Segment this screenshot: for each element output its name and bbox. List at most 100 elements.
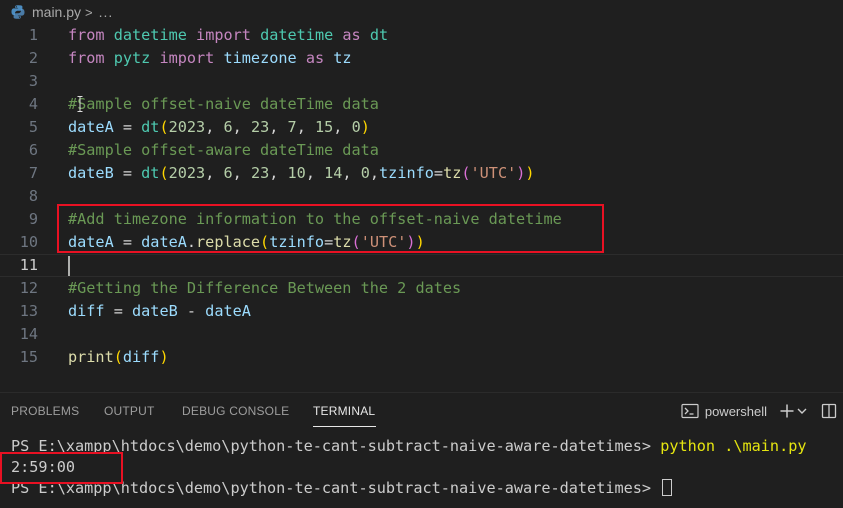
code-token: ,	[205, 164, 224, 182]
code-token: (	[159, 164, 169, 182]
line-number[interactable]: 10	[0, 231, 38, 254]
code-token: dateA	[205, 302, 251, 320]
code-line[interactable]: 11	[0, 254, 843, 277]
code-line[interactable]: 2 from pytz import timezone as tz	[0, 47, 843, 70]
code-token: ,	[269, 164, 288, 182]
code-text: #Sample offset-naive dateTime data	[68, 93, 379, 116]
code-token: #Sample offset-naive dateTime data	[68, 95, 379, 113]
code-token: ,	[369, 164, 380, 182]
code-token: diff	[122, 348, 160, 366]
code-line[interactable]: 3	[0, 70, 843, 93]
code-token: .	[186, 233, 197, 251]
line-number[interactable]: 3	[0, 70, 38, 93]
terminal-prompt: PS E:\xampp\htdocs\demo\python-te-cant-s…	[11, 437, 661, 455]
code-line[interactable]: 9 #Add timezone information to the offset…	[0, 208, 843, 231]
code-token: import	[159, 49, 215, 67]
code-token: tz	[333, 49, 352, 67]
line-number[interactable]: 15	[0, 346, 38, 369]
code-token: 23	[250, 118, 270, 136]
code-token: 'UTC'	[360, 233, 407, 251]
code-line[interactable]: 4 #Sample offset-naive dateTime data	[0, 93, 843, 116]
panel-actions: powershell	[681, 401, 843, 421]
code-token: 15	[314, 118, 334, 136]
line-number[interactable]: 8	[0, 185, 38, 208]
code-token: =	[113, 164, 142, 182]
code-token: tz	[333, 233, 352, 251]
line-number[interactable]: 2	[0, 47, 38, 70]
code-text: #Getting the Difference Between the 2 da…	[68, 277, 461, 300]
line-number[interactable]: 6	[0, 139, 38, 162]
terminal-line-command: PS E:\xampp\htdocs\demo\python-te-cant-s…	[11, 436, 807, 456]
code-line[interactable]: 5 dateA = dt(2023, 6, 23, 7, 15, 0)	[0, 116, 843, 139]
plus-icon[interactable]	[779, 403, 795, 419]
code-token: 2023	[168, 164, 206, 182]
code-line[interactable]: 14	[0, 323, 843, 346]
chevron-down-icon[interactable]	[797, 406, 807, 416]
code-token: dateB	[68, 164, 114, 182]
line-number[interactable]: 7	[0, 162, 38, 185]
code-token: ,	[269, 118, 288, 136]
code-line[interactable]: 1 from datetime import datetime as dt	[0, 24, 843, 47]
breadcrumb-file[interactable]: main.py	[32, 4, 81, 20]
code-text: #Sample offset-aware dateTime data	[68, 139, 379, 162]
line-number[interactable]: 4	[0, 93, 38, 116]
code-token: ,	[205, 118, 224, 136]
code-token: (	[260, 233, 270, 251]
code-line[interactable]: 10 dateA = dateA.replace(tzinfo=tz('UTC')…	[0, 231, 843, 254]
code-line[interactable]: 15 print(diff)	[0, 346, 843, 369]
code-token: =	[324, 233, 334, 251]
breadcrumb: main.py > ...	[0, 0, 843, 24]
code-token: ,	[232, 164, 251, 182]
code-text: from datetime import datetime as dt	[68, 24, 388, 47]
line-number[interactable]: 12	[0, 277, 38, 300]
code-token: tz	[443, 164, 462, 182]
tab-terminal[interactable]: TERMINAL	[313, 404, 375, 418]
split-terminal-icon[interactable]	[821, 403, 837, 419]
code-token: dt	[141, 164, 160, 182]
line-number[interactable]: 1	[0, 24, 38, 47]
terminal-shell-selector[interactable]: powershell	[705, 404, 767, 419]
code-text: print(diff)	[68, 346, 169, 369]
code-line[interactable]: 8	[0, 185, 843, 208]
code-text: dateA = dateA.replace(tzinfo=tz('UTC'))	[68, 231, 425, 254]
code-line[interactable]: 6 #Sample offset-aware dateTime data	[0, 139, 843, 162]
code-token: from	[68, 49, 105, 67]
code-token: dt	[141, 118, 160, 136]
code-token: (	[159, 118, 169, 136]
line-number[interactable]: 14	[0, 323, 38, 346]
code-token: as	[342, 26, 361, 44]
line-number[interactable]: 13	[0, 300, 38, 323]
terminal[interactable]: PS E:\xampp\htdocs\demo\python-te-cant-s…	[0, 436, 843, 508]
panel-tab-bar: PROBLEMS OUTPUT DEBUG CONSOLE TERMINAL p…	[0, 392, 843, 429]
terminal-command: python .\main.py	[660, 437, 807, 455]
text-cursor	[68, 256, 70, 276]
code-line[interactable]: 7 dateB = dt(2023, 6, 23, 10, 14, 0,tzinf…	[0, 162, 843, 185]
code-token: 0	[351, 118, 361, 136]
code-token: tzinfo	[379, 164, 434, 182]
code-token: ,	[305, 164, 325, 182]
code-token: #Sample offset-aware dateTime data	[68, 141, 379, 159]
tab-output[interactable]: OUTPUT	[104, 404, 155, 418]
terminal-output: 2:59:00	[11, 458, 76, 476]
line-number[interactable]: 11	[0, 255, 38, 276]
code-editor[interactable]: 1 from datetime import datetime as dt 2 fro…	[0, 24, 843, 388]
code-token: dt	[369, 26, 389, 44]
code-text: dateA = dt(2023, 6, 23, 7, 15, 0)	[68, 116, 370, 139]
tab-problems[interactable]: PROBLEMS	[11, 404, 79, 418]
code-token: import	[196, 26, 251, 44]
code-token: 7	[287, 118, 297, 136]
line-number[interactable]: 9	[0, 208, 38, 231]
powershell-icon	[681, 403, 699, 419]
code-text: from pytz import timezone as tz	[68, 47, 352, 70]
breadcrumb-ellipsis[interactable]: ...	[99, 4, 114, 20]
code-line[interactable]: 12 #Getting the Difference Between the 2 …	[0, 277, 843, 300]
code-token: #Getting the Difference Between the 2 da…	[68, 279, 462, 297]
tab-debug-console[interactable]: DEBUG CONSOLE	[182, 404, 289, 418]
code-line[interactable]: 13 diff = dateB - dateA	[0, 300, 843, 323]
line-number[interactable]: 5	[0, 116, 38, 139]
